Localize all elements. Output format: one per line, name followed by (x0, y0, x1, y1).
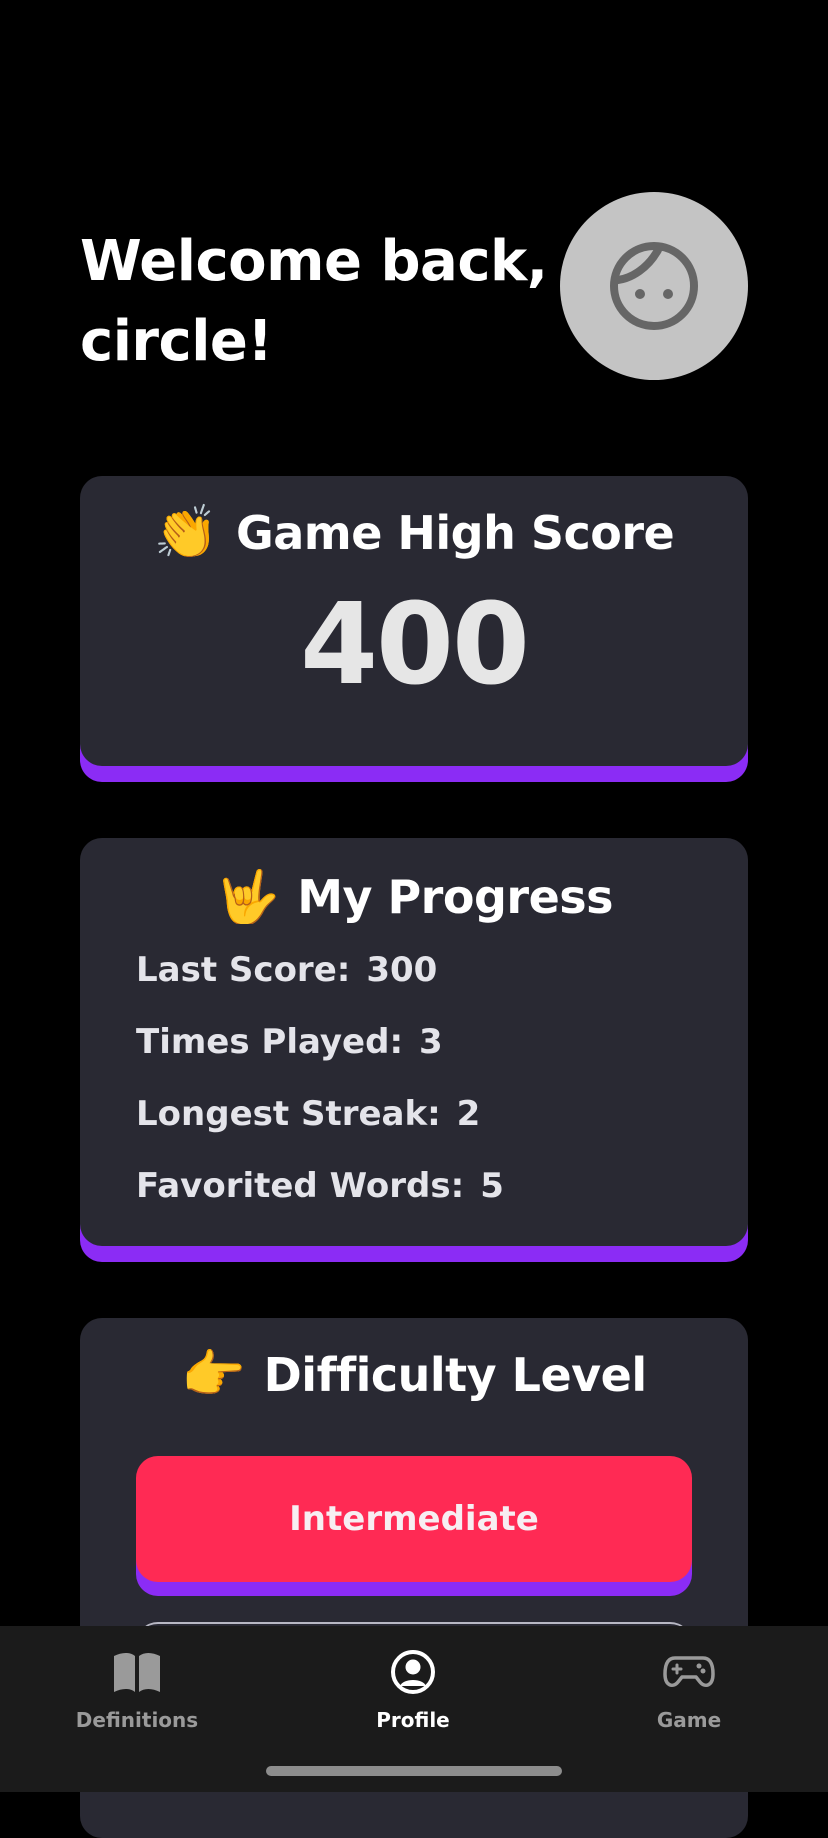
pointing-right-icon: 👉 (181, 1345, 246, 1405)
stat-value: 2 (456, 1094, 481, 1134)
clapping-hands-icon: 👏 (153, 503, 219, 563)
welcome-heading: Welcome back, circle! (80, 222, 550, 382)
stat-label: Times Played: (136, 1022, 404, 1062)
welcome-line-2: circle! (80, 309, 273, 374)
welcome-line-1: Welcome back, (80, 229, 548, 294)
stat-last-score: Last Score: 300 (136, 934, 748, 1006)
avatar[interactable] (560, 192, 748, 380)
high-score-value: 400 (300, 580, 530, 710)
difficulty-title-text: Difficulty Level (263, 1348, 647, 1402)
progress-title-text: My Progress (297, 870, 614, 924)
tab-definitions[interactable]: Definitions (37, 1644, 237, 1732)
stat-value: 5 (480, 1166, 504, 1206)
love-you-gesture-icon: 🤟 (214, 868, 280, 924)
book-icon (37, 1644, 237, 1700)
profile-icon (313, 1644, 513, 1700)
stat-value: 300 (366, 950, 438, 990)
high-score-title-text: Game High Score (235, 506, 675, 560)
stat-longest-streak: Longest Streak: 2 (136, 1078, 748, 1150)
progress-title: 🤟 My Progress (80, 838, 748, 924)
progress-card: 🤟 My Progress Last Score: 300 Times Playe… (80, 838, 748, 1246)
tab-label: Profile (376, 1708, 450, 1732)
stat-label: Longest Streak: (136, 1094, 441, 1134)
stat-favorited-words: Favorited Words: 5 (136, 1150, 748, 1222)
tab-label: Definitions (75, 1708, 199, 1732)
high-score-title: 👏 Game High Score (80, 476, 748, 560)
tab-profile[interactable]: Profile (313, 1644, 513, 1732)
face-icon (610, 242, 698, 330)
tab-game[interactable]: Game (589, 1644, 789, 1732)
stat-label: Last Score: (136, 950, 351, 990)
gamepad-icon (589, 1644, 789, 1700)
difficulty-title: 👉 Difficulty Level (80, 1318, 748, 1402)
high-score-card: 👏 Game High Score 400 (80, 476, 748, 766)
stat-label: Favorited Words: (136, 1166, 465, 1206)
difficulty-intermediate-button[interactable]: Intermediate (136, 1456, 692, 1582)
progress-stats: Last Score: 300 Times Played: 3 Longest St… (80, 934, 748, 1222)
tab-label: Game (656, 1708, 722, 1732)
stat-times-played: Times Played: 3 (136, 1006, 748, 1078)
home-indicator (266, 1766, 562, 1776)
stat-value: 3 (419, 1022, 443, 1062)
